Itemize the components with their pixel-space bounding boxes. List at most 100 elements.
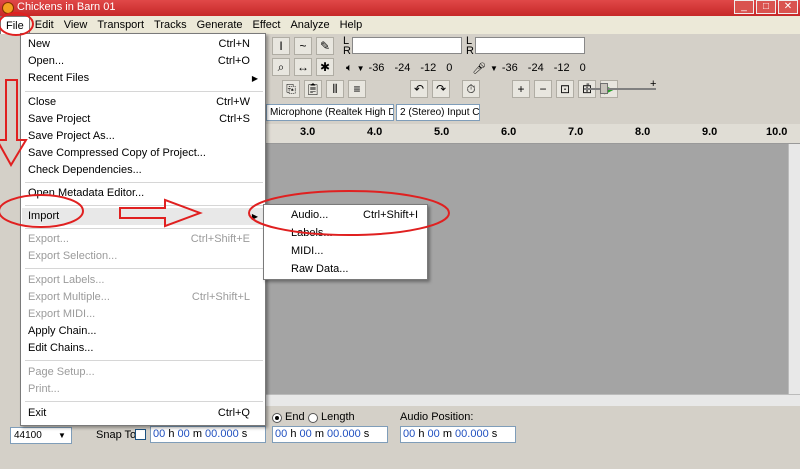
menu-item-apply-chain[interactable]: Apply Chain...	[22, 323, 264, 340]
project-rate-select[interactable]: 44100 ▼	[10, 427, 72, 444]
menu-view[interactable]: View	[59, 16, 93, 34]
close-button[interactable]: ✕	[778, 0, 798, 14]
menu-item-export-multiple[interactable]: Export Multiple... Ctrl+Shift+L	[22, 289, 264, 306]
snap-to-checkbox[interactable]	[135, 429, 146, 440]
menu-separator	[25, 182, 263, 183]
ruler-tick: 10.0	[766, 126, 788, 138]
fit-selection-icon[interactable]: ⊡	[556, 80, 574, 98]
trim-icon[interactable]: ⫴	[326, 80, 344, 98]
menu-item-check-dependencies[interactable]: Check Dependencies...	[22, 162, 264, 179]
record-meter-controls: 🎤︎ ▼ -36 -24 -12 0	[472, 58, 586, 78]
import-submenu: Audio... Ctrl+Shift+I Labels... MIDI... R…	[263, 204, 428, 280]
zoom-tool-icon[interactable]: ⌕	[272, 58, 290, 76]
submenu-item-raw-data[interactable]: Raw Data...	[265, 261, 426, 278]
menu-item-export-selection[interactable]: Export Selection...	[22, 248, 264, 265]
menu-item-page-setup[interactable]: Page Setup...	[22, 364, 264, 381]
menu-effect[interactable]: Effect	[248, 16, 286, 34]
audio-position-label: Audio Position:	[400, 411, 474, 423]
file-menu: New Ctrl+N Open... Ctrl+O Recent Files ▶ Cl…	[20, 33, 266, 426]
audio-position-timecode[interactable]: 00 h 00 m 00.000 s	[400, 426, 516, 443]
menu-item-open-metadata-editor[interactable]: Open Metadata Editor...	[22, 185, 264, 202]
toolbar: I ~ ✎ ⌕ ↔ ✱ L R 🔈︎ ▼ -36 -24 -12 0 L R 🎤…	[266, 34, 800, 102]
submenu-item-midi[interactable]: MIDI...	[265, 243, 426, 260]
sync-lock-icon[interactable]: ⏱	[462, 80, 480, 98]
timeshift-tool-icon[interactable]: ↔	[294, 58, 312, 76]
menu-help[interactable]: Help	[335, 16, 368, 34]
menu-item-close[interactable]: Close Ctrl+W	[22, 94, 264, 111]
menu-item-import[interactable]: Import ▶	[22, 208, 264, 225]
redo-icon[interactable]: ↷	[432, 80, 450, 98]
tools-row-1: I ~ ✎	[272, 36, 334, 56]
selection-start-timecode[interactable]: 00 h 00 m 00.000 s	[150, 426, 266, 443]
speaker-icon[interactable]: 🔈︎	[346, 62, 353, 75]
horizontal-scrollbar[interactable]	[266, 394, 800, 406]
snap-to-label: Snap To	[96, 429, 137, 441]
tools-row-2: ⌕ ↔ ✱	[272, 57, 334, 77]
zoom-in-icon[interactable]: +	[512, 80, 530, 98]
ruler-tick: 5.0	[434, 126, 450, 138]
ruler-tick: 9.0	[702, 126, 718, 138]
submenu-item-labels[interactable]: Labels...	[265, 225, 426, 242]
menu-analyze[interactable]: Analyze	[285, 16, 334, 34]
play-meter-dropdown-icon[interactable]: ▼	[357, 64, 365, 73]
undo-icon[interactable]: ↶	[410, 80, 428, 98]
vertical-scrollbar[interactable]	[788, 144, 800, 394]
menu-item-save-project[interactable]: Save Project Ctrl+S	[22, 111, 264, 128]
menu-separator	[25, 401, 263, 402]
rec-db-tick: -36	[501, 62, 518, 74]
copy-icon[interactable]: ⎘	[282, 80, 300, 98]
menu-item-print[interactable]: Print...	[22, 381, 264, 398]
submenu-item-audio[interactable]: Audio... Ctrl+Shift+I	[265, 207, 426, 224]
menu-item-export[interactable]: Export... Ctrl+Shift+E	[22, 231, 264, 248]
length-radio[interactable]	[308, 413, 318, 423]
menu-item-new[interactable]: New Ctrl+N	[22, 36, 264, 53]
chevron-down-icon: ▼	[58, 431, 66, 440]
selection-tool-icon[interactable]: I	[272, 37, 290, 55]
maximize-button[interactable]: □	[756, 0, 776, 14]
play-db-tick: -12	[420, 62, 437, 74]
menu-item-exit[interactable]: Exit Ctrl+Q	[22, 405, 264, 422]
envelope-tool-icon[interactable]: ~	[294, 37, 312, 55]
speed-slider-thumb[interactable]	[600, 83, 608, 94]
zoom-out-icon[interactable]: −	[534, 80, 552, 98]
input-device-select[interactable]: Microphone (Realtek High Defi ▼	[266, 104, 394, 121]
ruler-tick: 3.0	[300, 126, 316, 138]
menu-item-save-project-as[interactable]: Save Project As...	[22, 128, 264, 145]
paste-icon[interactable]: 📋︎	[304, 80, 322, 98]
rec-db-tick: 0	[579, 62, 586, 74]
menu-item-open[interactable]: Open... Ctrl+O	[22, 53, 264, 70]
multi-tool-icon[interactable]: ✱	[316, 58, 334, 76]
menu-item-save-compressed[interactable]: Save Compressed Copy of Project...	[22, 145, 264, 162]
selection-end-timecode[interactable]: 00 h 00 m 00.000 s	[272, 426, 388, 443]
menu-item-edit-chains[interactable]: Edit Chains...	[22, 340, 264, 357]
ruler-tick: 6.0	[501, 126, 517, 138]
window-title: Chickens in Barn 01	[17, 1, 116, 13]
minimize-button[interactable]: _	[734, 0, 754, 14]
record-meter[interactable]	[475, 37, 585, 54]
rec-meter-R: R	[466, 45, 474, 57]
ruler-tick: 7.0	[568, 126, 584, 138]
play-db-tick: -36	[368, 62, 385, 74]
speed-slider[interactable]	[584, 88, 656, 90]
menu-separator	[25, 91, 263, 92]
menu-transport[interactable]: Transport	[92, 16, 149, 34]
record-meter-dropdown-icon[interactable]: ▼	[490, 64, 498, 73]
end-radio[interactable]	[272, 413, 282, 423]
menu-edit[interactable]: Edit	[30, 16, 59, 34]
draw-tool-icon[interactable]: ✎	[316, 37, 334, 55]
play-meter[interactable]	[352, 37, 462, 54]
microphone-icon[interactable]: 🎤︎	[472, 62, 486, 75]
timeline-ruler[interactable]: 3.0 4.0 5.0 6.0 7.0 8.0 9.0 10.0	[266, 124, 800, 144]
silence-icon[interactable]: ≡	[348, 80, 366, 98]
menu-generate[interactable]: Generate	[192, 16, 248, 34]
submenu-arrow-icon: ▶	[251, 212, 258, 221]
ruler-tick: 4.0	[367, 126, 383, 138]
menu-item-export-midi[interactable]: Export MIDI...	[22, 306, 264, 323]
end-label: End	[285, 411, 305, 423]
input-channels-select[interactable]: 2 (Stereo) Input C ▼	[396, 104, 480, 121]
play-meter-controls: 🔈︎ ▼ -36 -24 -12 0	[346, 58, 452, 78]
menu-tracks[interactable]: Tracks	[149, 16, 192, 34]
menu-file[interactable]: File	[0, 16, 30, 34]
menu-item-recent-files[interactable]: Recent Files ▶	[22, 70, 264, 87]
menu-item-export-labels[interactable]: Export Labels...	[22, 272, 264, 289]
